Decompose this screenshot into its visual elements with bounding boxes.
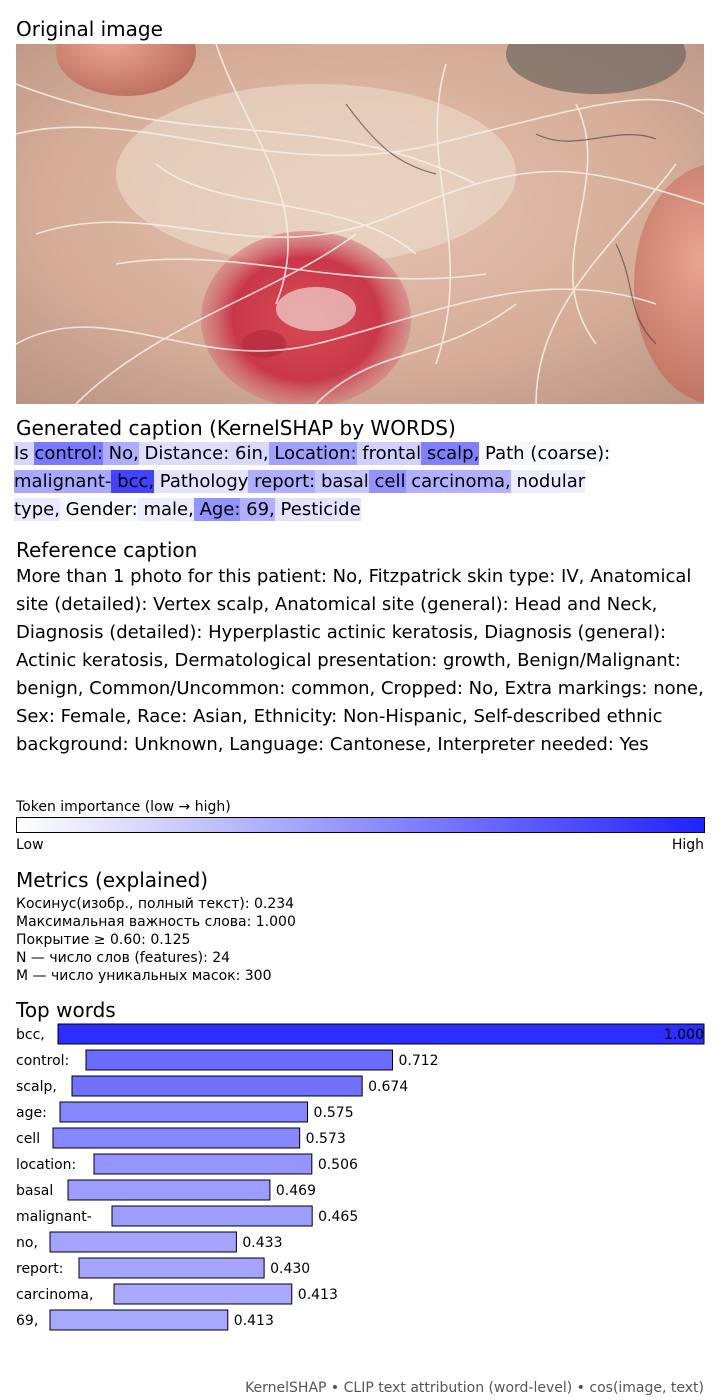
- bar-carcinoma: [113, 1283, 293, 1305]
- bar-scalp: [71, 1075, 363, 1097]
- caption-token: frontal: [356, 442, 422, 465]
- metric-cosine: Косинус(изобр., полный текст): 0.234: [16, 896, 295, 912]
- value-label: 0.469: [276, 1183, 316, 1199]
- category-label: cell: [16, 1131, 40, 1147]
- bar-control: [85, 1049, 394, 1071]
- caption-token: bcc,: [111, 470, 155, 493]
- caption-token: Pathology: [154, 470, 249, 493]
- caption-token: Pesticide: [274, 498, 361, 521]
- bar-bcc: [57, 1023, 705, 1045]
- category-label: 69,: [16, 1313, 38, 1329]
- metrics-heading: Metrics (explained): [16, 868, 209, 892]
- caption-token: basal: [315, 470, 369, 493]
- caption-token: carcinoma,: [405, 470, 511, 493]
- bar-basal: [67, 1179, 271, 1201]
- caption-token: control:: [34, 442, 103, 465]
- metric-max-importance: Максимальная важность слова: 1.000: [16, 914, 296, 930]
- footer-note: KernelSHAP • CLIP text attribution (word…: [245, 1380, 704, 1396]
- bar-no: [49, 1231, 237, 1253]
- caption-token: 69,: [240, 498, 275, 521]
- caption-token: report:: [248, 470, 316, 493]
- caption-token: male,: [137, 498, 194, 521]
- top-words-chart: bcc, 1.000 control: 0.712 scalp, 0.674 age: 0.5…: [16, 1023, 705, 1331]
- bar-69: [49, 1309, 229, 1331]
- caption-token: 6in,: [229, 442, 269, 465]
- reference-caption: More than 1 photo for this patient: No, …: [16, 566, 704, 755]
- caption-token: Age:: [193, 498, 241, 521]
- value-label: 0.430: [270, 1261, 310, 1277]
- category-label: bcc,: [16, 1027, 45, 1043]
- bar-cell: [52, 1127, 301, 1149]
- generated-caption-heading: Generated caption (KernelSHAP by WORDS): [16, 416, 456, 440]
- metric-coverage: Покрытие ≥ 0.60: 0.125: [16, 932, 191, 948]
- metric-mask-count: M — число уникальных масок: 300: [16, 968, 272, 984]
- value-label: 0.506: [318, 1157, 358, 1173]
- category-label: control:: [16, 1053, 69, 1069]
- generated-caption: Is control: No, Distance: 6in, Location:…: [14, 440, 714, 524]
- value-label: 0.712: [399, 1053, 439, 1069]
- colorbar-title: Token importance (low → high): [16, 799, 231, 815]
- top-words-heading: Top words: [16, 998, 116, 1022]
- bar-malignant: [111, 1205, 313, 1227]
- category-label: report:: [16, 1261, 63, 1277]
- caption-token: scalp,: [421, 442, 480, 465]
- caption-token: Gender:: [59, 498, 138, 521]
- skin-lesion-image: [16, 44, 704, 404]
- value-label: 0.433: [242, 1235, 282, 1251]
- caption-token: Is: [14, 442, 35, 465]
- value-label: 0.575: [314, 1105, 354, 1121]
- skin-lesion-photo: [16, 44, 704, 404]
- metrics-list: Косинус(изобр., полный текст): 0.234 Мак…: [16, 895, 296, 985]
- colorbar-gradient: [16, 817, 705, 833]
- bar-age: [59, 1101, 309, 1123]
- bar-location: [93, 1153, 313, 1175]
- metric-word-count: N — число слов (features): 24: [16, 950, 231, 966]
- value-label: 0.465: [318, 1209, 358, 1225]
- caption-token: Path (coarse):: [479, 442, 611, 465]
- caption-token: type,: [14, 498, 60, 521]
- caption-token: Location:: [268, 442, 357, 465]
- category-label: carcinoma,: [16, 1287, 93, 1303]
- value-label: 0.413: [298, 1287, 338, 1303]
- value-label: 1.000: [664, 1027, 704, 1043]
- bar-report: [78, 1257, 265, 1279]
- category-label: age:: [16, 1105, 47, 1121]
- category-label: scalp,: [16, 1079, 57, 1095]
- original-image-heading: Original image: [16, 17, 163, 41]
- value-label: 0.674: [368, 1079, 408, 1095]
- value-label: 0.413: [234, 1313, 274, 1329]
- reference-caption-heading: Reference caption: [16, 538, 198, 562]
- caption-token: Distance:: [138, 442, 230, 465]
- caption-token: nodular: [510, 470, 586, 493]
- value-label: 0.573: [306, 1131, 346, 1147]
- category-label: location:: [16, 1157, 76, 1173]
- colorbar-high-label: High: [671, 837, 704, 853]
- caption-token: cell: [368, 470, 406, 493]
- category-label: malignant-: [16, 1209, 92, 1225]
- category-label: basal: [16, 1183, 53, 1199]
- caption-token: malignant-: [14, 470, 112, 493]
- category-label: no,: [16, 1235, 38, 1251]
- caption-token: No,: [102, 442, 139, 465]
- colorbar-low-label: Low: [16, 837, 44, 853]
